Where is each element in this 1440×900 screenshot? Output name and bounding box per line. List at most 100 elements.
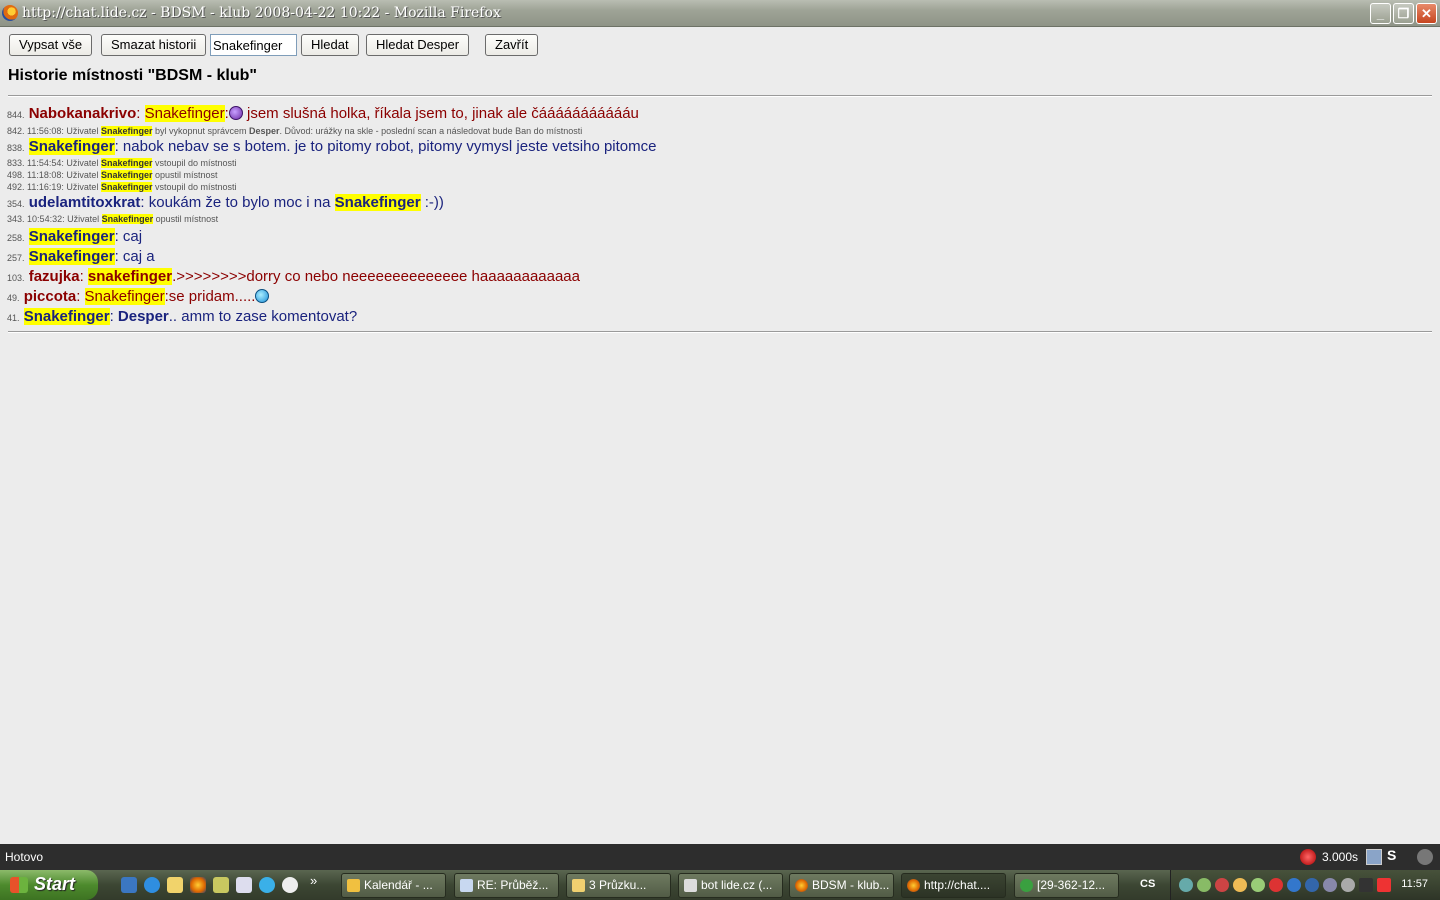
- user-mention[interactable]: Snakefinger: [101, 214, 154, 224]
- task-calendar[interactable]: Kalendář - ...: [341, 873, 446, 898]
- desktop-icon[interactable]: [121, 877, 137, 893]
- close-button[interactable]: Zavřít: [485, 34, 539, 56]
- message-text: . Důvod: urážky na skle - poslední scan …: [279, 126, 583, 136]
- message-number: 354.: [7, 199, 25, 209]
- tray-icon[interactable]: [1233, 878, 1247, 892]
- mention[interactable]: Desper: [118, 308, 169, 325]
- skype-icon[interactable]: [259, 877, 275, 893]
- volume-icon[interactable]: [1215, 878, 1229, 892]
- firefox-icon[interactable]: [190, 877, 206, 893]
- close-window-button[interactable]: ✕: [1416, 3, 1437, 24]
- user-mention[interactable]: Snakefinger: [100, 158, 153, 168]
- user-mention[interactable]: Snakefinger: [100, 126, 153, 136]
- info-icon[interactable]: [1287, 878, 1301, 892]
- network-icon[interactable]: [1323, 878, 1337, 892]
- start-button[interactable]: Start: [0, 870, 98, 900]
- tray-icon[interactable]: [1179, 878, 1193, 892]
- mention[interactable]: Snakefinger: [334, 194, 421, 211]
- message-number: 41.: [7, 313, 20, 323]
- window-title: http://chat.lide.cz - BDSM - klub 2008-0…: [22, 5, 501, 21]
- list-all-button[interactable]: Vypsat vše: [9, 34, 93, 56]
- task-label: RE: Průběž...: [477, 878, 549, 892]
- nick[interactable]: Snakefinger: [23, 308, 110, 325]
- mention[interactable]: Snakefinger: [144, 105, 225, 122]
- language-indicator[interactable]: CS: [1140, 878, 1155, 890]
- message-text: Uživatel: [63, 182, 101, 192]
- nick[interactable]: Nabokanakrivo: [29, 105, 137, 122]
- mail-icon: [460, 879, 473, 892]
- user-mention[interactable]: Snakefinger: [100, 182, 153, 192]
- firefox-icon: [795, 879, 808, 892]
- message-number: 838.: [7, 143, 25, 153]
- start-label: Start: [34, 874, 76, 894]
- ie-icon[interactable]: [144, 877, 160, 893]
- window-titlebar[interactable]: http://chat.lide.cz - BDSM - klub 2008-0…: [0, 0, 1440, 27]
- tray-icon[interactable]: [1251, 878, 1265, 892]
- task-bot[interactable]: bot lide.cz (...: [678, 873, 783, 898]
- message-text: .. amm to zase komentovat?: [168, 308, 358, 325]
- task-bdsm[interactable]: BDSM - klub...: [789, 873, 894, 898]
- smiley-icon: [228, 106, 243, 120]
- media-player-icon[interactable]: [282, 877, 298, 893]
- user-mention[interactable]: Snakefinger: [100, 170, 153, 180]
- nick[interactable]: Snakefinger: [28, 138, 115, 155]
- task-folders[interactable]: 3 Průzku...: [566, 873, 671, 898]
- network-icon[interactable]: [213, 877, 229, 893]
- task-mail[interactable]: RE: Průběž...: [454, 873, 559, 898]
- calendar-icon: [347, 879, 360, 892]
- search-desper-button[interactable]: Hledat Desper: [366, 34, 470, 56]
- nick[interactable]: Snakefinger: [28, 248, 115, 265]
- divider: [8, 331, 1432, 333]
- addon-icon[interactable]: [1300, 849, 1316, 865]
- message-number: 842.: [7, 126, 25, 136]
- disabled-icon[interactable]: [1417, 849, 1433, 865]
- clear-history-button[interactable]: Smazat historii: [101, 34, 207, 56]
- list-item: 842. 11:56:08: Uživatel Snakefinger byl …: [7, 125, 1427, 137]
- separator: :: [79, 268, 88, 285]
- list-item: 844. Nabokanakrivo: Snakefinger: jsem sl…: [7, 103, 1427, 125]
- list-item: 354. udelamtitoxkrat: koukám že to bylo …: [7, 193, 1427, 213]
- shield-icon[interactable]: [1269, 878, 1283, 892]
- message-number: 257.: [7, 253, 25, 263]
- task-chat[interactable]: http://chat....: [901, 873, 1006, 898]
- mention[interactable]: snakefinger: [87, 268, 173, 285]
- message-text: vstoupil do místnosti: [152, 158, 237, 168]
- message-text: opustil místnost: [152, 170, 218, 180]
- s-icon[interactable]: S: [1387, 847, 1403, 863]
- task-label: Kalendář - ...: [364, 878, 433, 892]
- message-time: 11:56:08:: [27, 126, 64, 136]
- clock[interactable]: 11:57: [1401, 878, 1428, 890]
- search-input[interactable]: [210, 34, 297, 56]
- tray-icon[interactable]: [1305, 878, 1319, 892]
- message-text: :se pridam.....: [164, 288, 256, 305]
- document-icon[interactable]: [236, 877, 252, 893]
- minimize-button[interactable]: _: [1370, 3, 1391, 24]
- divider: [8, 95, 1432, 97]
- list-item: 838. Snakefinger: nabok nebav se s botem…: [7, 137, 1427, 157]
- task-label: BDSM - klub...: [812, 878, 890, 892]
- list-item: 343. 10:54:32: Uživatel Snakefinger opus…: [7, 213, 1427, 225]
- more-quicklaunch-icon[interactable]: »: [310, 873, 317, 888]
- tray-icon[interactable]: [1197, 878, 1211, 892]
- message-text: Uživatel: [63, 158, 101, 168]
- message-time: 11:16:19:: [27, 182, 64, 192]
- task-clover[interactable]: [29-362-12...: [1014, 873, 1119, 898]
- restore-button[interactable]: ❐: [1393, 3, 1414, 24]
- firefox-icon: [907, 879, 920, 892]
- nick[interactable]: fazujka: [29, 268, 80, 285]
- task-label: 3 Průzku...: [589, 878, 647, 892]
- monitor-icon[interactable]: [1359, 878, 1373, 892]
- tray-icon[interactable]: [1377, 878, 1391, 892]
- search-button[interactable]: Hledat: [301, 34, 359, 56]
- page-title: Historie místnosti "BDSM - klub": [8, 67, 257, 84]
- tray-icon[interactable]: [1341, 878, 1355, 892]
- mention[interactable]: Snakefinger: [84, 288, 165, 305]
- grid-icon[interactable]: [1366, 849, 1382, 865]
- message-text: jsem slušná holka, říkala jsem to, jinak…: [242, 105, 639, 122]
- nick[interactable]: Snakefinger: [28, 228, 115, 245]
- message-text: .>>>>>>>>dorry co nebo neeeeeeeeeeeeee h…: [172, 268, 580, 285]
- mail-icon[interactable]: [167, 877, 183, 893]
- smiley-icon: [255, 289, 270, 303]
- nick[interactable]: udelamtitoxkrat: [29, 194, 141, 211]
- nick[interactable]: piccota: [24, 288, 77, 305]
